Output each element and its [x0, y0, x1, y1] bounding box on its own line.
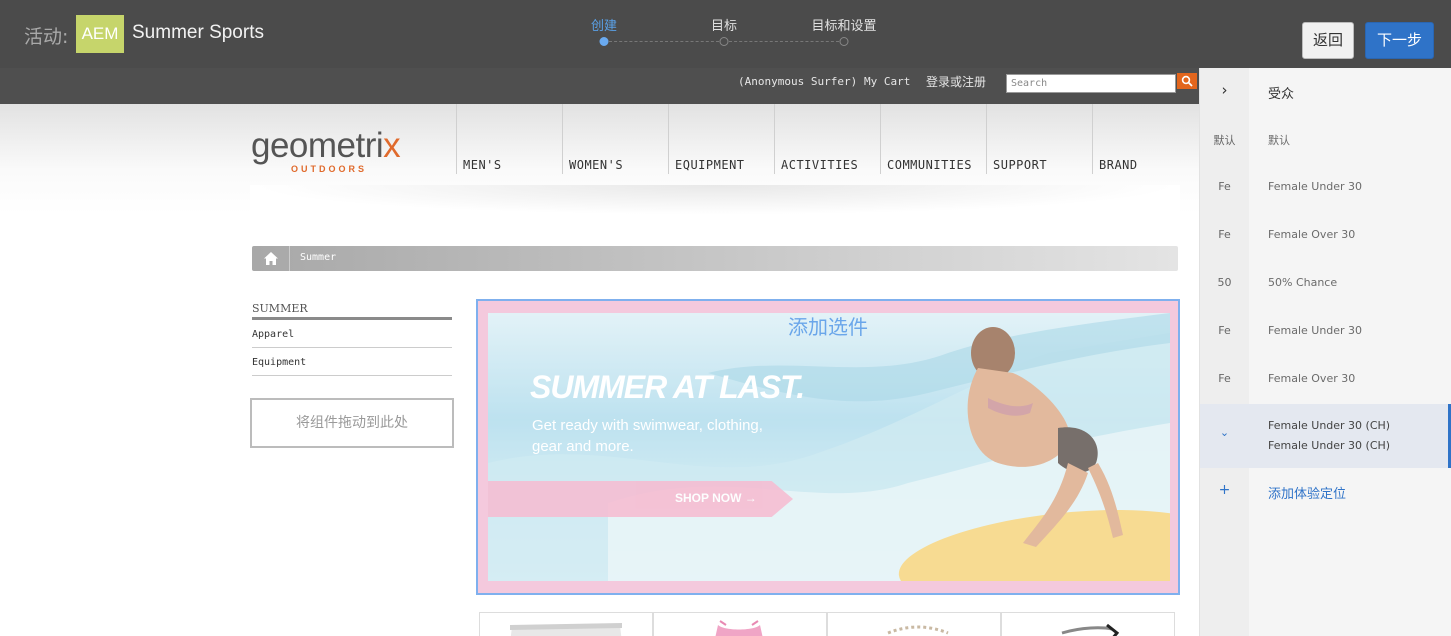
step-connector: [609, 41, 719, 42]
sidebar-title: SUMMER: [252, 302, 308, 315]
offer-container[interactable]: SUMMER AT LAST. Get ready with swimwear,…: [476, 299, 1180, 595]
audience-title: 受众: [1268, 87, 1295, 102]
audience-panel: › 受众 默认 默认 Fe Female Under 30 Fe Female …: [1199, 68, 1451, 636]
product-tile[interactable]: [827, 612, 1001, 636]
step-create-label[interactable]: 创建: [591, 15, 617, 34]
experience-row[interactable]: Fe Female Under 30: [1200, 308, 1451, 356]
experience-row[interactable]: Fe Female Under 30: [1200, 164, 1451, 212]
experience-row[interactable]: 50 50% Chance: [1200, 260, 1451, 308]
experience-abbr: Fe: [1218, 228, 1231, 241]
step-target-dot: [719, 37, 729, 46]
nav-brand[interactable]: BRAND: [1092, 104, 1198, 174]
login-register-link[interactable]: 登录或注册: [926, 73, 986, 90]
chevron-right-icon[interactable]: ›: [1200, 81, 1249, 99]
nav-equipment[interactable]: EQUIPMENT: [668, 104, 774, 174]
step-create-dot: [599, 37, 609, 46]
top-bar: 活动: AEM Summer Sports 创建 目标 目标和设置 返回 下一步: [0, 0, 1451, 68]
experience-row[interactable]: 默认 默认: [1200, 116, 1451, 164]
experience-row-selected[interactable]: ⌄ Female Under 30 (CH) Female Under 30 (…: [1200, 404, 1451, 468]
experience-label: 默认: [1268, 134, 1290, 147]
anonymous-surfer-link[interactable]: (Anonymous Surfer): [738, 75, 857, 88]
experience-label: Female Under 30: [1268, 180, 1363, 193]
geometrixx-logo[interactable]: geometrix OUTDOORS: [251, 126, 401, 174]
plus-icon[interactable]: +: [1200, 482, 1249, 498]
accessory-thumbnail: [887, 625, 949, 635]
search-input[interactable]: Search: [1006, 74, 1176, 93]
experience-label: Female Over 30: [1268, 228, 1356, 241]
nav-label: MEN'S: [463, 158, 502, 172]
step-goals-dot: [839, 37, 849, 46]
nav-label: SUPPORT: [993, 158, 1048, 172]
offer-overlay: [478, 301, 1178, 593]
experience-abbr: Fe: [1218, 180, 1231, 193]
add-experience-row[interactable]: + 添加体验定位: [1200, 468, 1451, 516]
step-target-label[interactable]: 目标: [711, 15, 737, 34]
nav-label: EQUIPMENT: [675, 158, 745, 172]
experience-abbr: 默认: [1213, 134, 1236, 147]
chevron-down-icon[interactable]: ⌄: [1200, 426, 1249, 439]
experience-row[interactable]: Fe Female Over 30: [1200, 212, 1451, 260]
experience-abbr: 50: [1217, 276, 1232, 289]
experience-label: Female Under 30 (CH): [1268, 419, 1391, 432]
header-shadow: [250, 185, 1180, 215]
wizard-steps: 创建 目标 目标和设置: [0, 0, 1451, 68]
step-connector: [729, 41, 839, 42]
nav-label: COMMUNITIES: [887, 158, 972, 172]
product-tile[interactable]: [479, 612, 653, 636]
home-icon: [263, 252, 278, 265]
gear-thumbnail: [1061, 623, 1120, 636]
experience-row[interactable]: Fe Female Over 30: [1200, 356, 1451, 404]
next-button[interactable]: 下一步: [1365, 22, 1434, 59]
product-tile[interactable]: [1001, 612, 1175, 636]
experience-label: 50% Chance: [1268, 276, 1338, 289]
product-row: [479, 612, 1176, 636]
nav-support[interactable]: SUPPORT: [986, 104, 1092, 174]
logo-x: x: [383, 126, 401, 165]
back-button[interactable]: 返回: [1302, 22, 1354, 59]
nav-mens[interactable]: MEN'S: [456, 104, 562, 174]
experience-sublabel: Female Under 30 (CH): [1268, 439, 1391, 452]
nav-label: BRAND: [1099, 158, 1138, 172]
add-experience-targeting-link[interactable]: 添加体验定位: [1268, 483, 1346, 502]
experience-abbr: Fe: [1218, 324, 1231, 337]
top-thumbnail: [715, 620, 763, 636]
experience-label: Female Under 30: [1268, 324, 1363, 337]
product-tile[interactable]: [653, 612, 827, 636]
my-cart-link[interactable]: My Cart: [864, 75, 910, 88]
nav-label: ACTIVITIES: [781, 158, 859, 172]
logo-subtitle: OUTDOORS: [291, 164, 368, 174]
sidebar-link-equipment[interactable]: Equipment: [252, 348, 452, 376]
component-drop-zone[interactable]: 将组件拖动到此处: [250, 398, 454, 448]
search-icon: [1181, 75, 1193, 87]
utility-bar: (Anonymous Surfer) My Cart 登录或注册 Search: [0, 68, 1199, 104]
breadcrumb: Summer: [252, 246, 1178, 271]
nav-label: WOMEN'S: [569, 158, 624, 172]
nav-communities[interactable]: COMMUNITIES: [880, 104, 986, 174]
add-offer-label[interactable]: 添加选件: [478, 311, 1178, 340]
nav-activities[interactable]: ACTIVITIES: [774, 104, 880, 174]
sidebar-link-apparel[interactable]: Apparel: [252, 320, 452, 348]
breadcrumb-home[interactable]: [252, 246, 290, 271]
audience-header[interactable]: › 受众: [1200, 68, 1451, 116]
experience-abbr: Fe: [1218, 372, 1231, 385]
page-preview: (Anonymous Surfer) My Cart 登录或注册 Search …: [0, 68, 1199, 636]
shorts-thumbnail: [510, 623, 622, 636]
logo-text: geometri: [251, 126, 384, 165]
search-button[interactable]: [1177, 73, 1197, 89]
step-goals-label[interactable]: 目标和设置: [811, 15, 876, 34]
breadcrumb-item[interactable]: Summer: [300, 252, 336, 263]
experience-label: Female Over 30: [1268, 372, 1356, 385]
nav-womens[interactable]: WOMEN'S: [562, 104, 668, 174]
